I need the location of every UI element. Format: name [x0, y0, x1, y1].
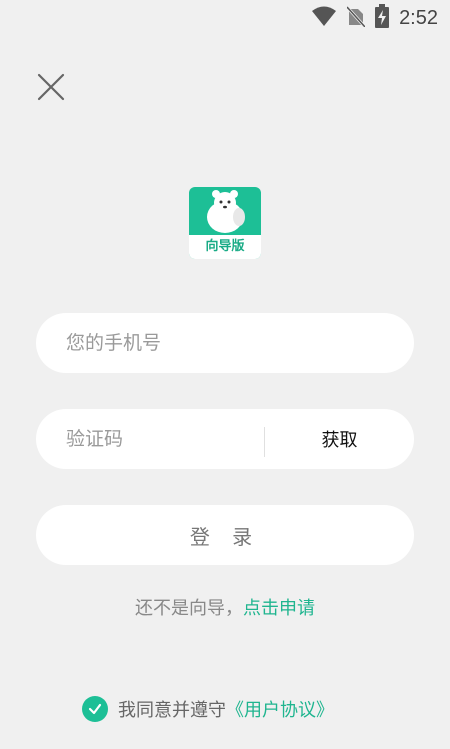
- status-time: 2:52: [399, 6, 438, 29]
- apply-prompt: 还不是向导， 点击申请: [0, 590, 450, 624]
- code-field[interactable]: 获取: [36, 409, 414, 469]
- agreement-checkbox[interactable]: [82, 696, 108, 722]
- status-bar: 2:52: [0, 0, 450, 36]
- verification-code-input[interactable]: [66, 409, 276, 469]
- phone-input[interactable]: [66, 313, 276, 373]
- app-logo: 向导版: [189, 187, 261, 259]
- wifi-icon: [311, 5, 337, 31]
- agreement-row: 我同意并遵守 《用户协议》: [82, 692, 334, 726]
- battery-charging-icon: [375, 4, 390, 32]
- check-icon: [88, 703, 102, 715]
- mascot-icon: [207, 190, 245, 233]
- login-button[interactable]: 登 录: [36, 505, 414, 565]
- apply-text: 还不是向导，: [135, 598, 243, 619]
- no-sim-icon: [345, 5, 367, 31]
- close-button[interactable]: [34, 70, 68, 104]
- agreement-text: 我同意并遵守: [118, 700, 226, 721]
- logo-label: 向导版: [189, 235, 261, 259]
- close-icon: [37, 73, 65, 101]
- get-code-button[interactable]: 获取: [265, 409, 414, 469]
- user-agreement-link[interactable]: 《用户协议》: [226, 696, 334, 722]
- phone-field[interactable]: [36, 313, 414, 373]
- apply-link[interactable]: 点击申请: [243, 594, 315, 620]
